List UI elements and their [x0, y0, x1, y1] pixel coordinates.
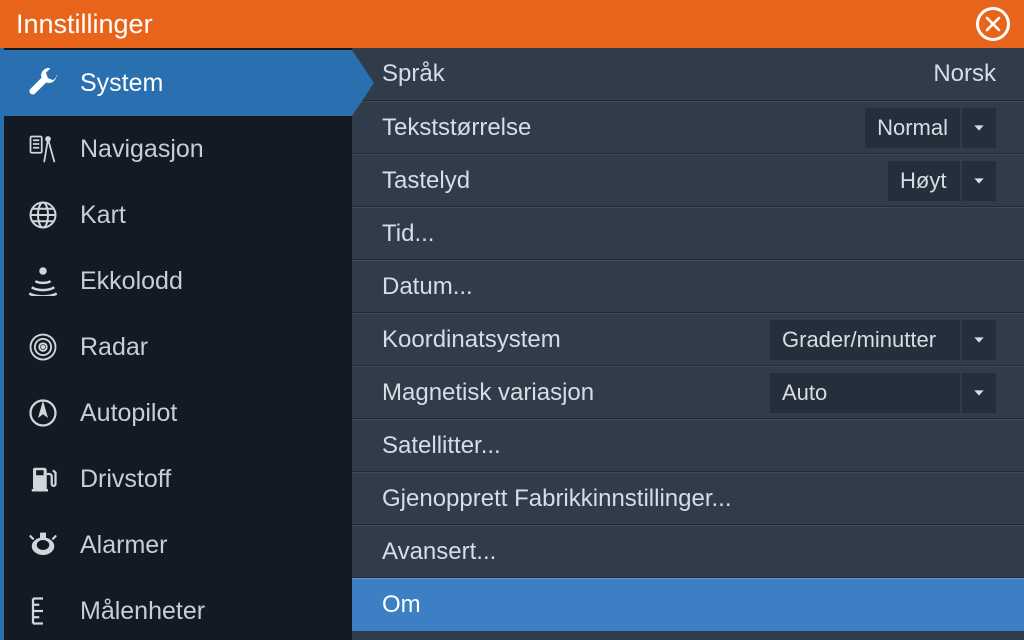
sidebar-item-alarmer[interactable]: Alarmer — [4, 512, 352, 578]
row-value: Norsk — [933, 60, 996, 88]
sidebar-item-label: Radar — [80, 333, 148, 362]
sidebar-item-radar[interactable]: Radar — [4, 314, 352, 380]
compass-tools-icon — [22, 128, 64, 170]
row-label: Tastelyd — [382, 167, 470, 195]
sonar-icon — [22, 260, 64, 302]
sidebar-item-label: Navigasjon — [80, 135, 204, 164]
sidebar-item-system[interactable]: System — [4, 50, 352, 116]
row-label: Gjenopprett Fabrikkinnstillinger... — [382, 485, 732, 513]
close-icon — [984, 15, 1002, 33]
row-label: Satellitter... — [382, 432, 501, 460]
row-label: Tekststørrelse — [382, 114, 531, 142]
row-satellitter[interactable]: Satellitter... — [352, 419, 1024, 472]
titlebar: Innstillinger — [0, 0, 1024, 48]
chevron-down-icon — [962, 161, 996, 201]
sidebar-item-label: Ekkolodd — [80, 267, 183, 296]
row-tid[interactable]: Tid... — [352, 207, 1024, 260]
row-sprak[interactable]: Språk Norsk — [352, 48, 1024, 101]
sidebar-item-label: Alarmer — [80, 531, 168, 560]
row-label: Om — [382, 591, 421, 619]
main: System Navigasjon — [0, 48, 1024, 640]
chevron-down-icon — [962, 320, 996, 360]
close-button[interactable] — [976, 7, 1010, 41]
tastelyd-dropdown[interactable]: Høyt — [888, 161, 996, 201]
sidebar-item-ekkolodd[interactable]: Ekkolodd — [4, 248, 352, 314]
sidebar-item-label: System — [80, 69, 163, 98]
dropdown-value: Normal — [865, 108, 960, 148]
row-koordinatsystem[interactable]: Koordinatsystem Grader/minutter — [352, 313, 1024, 366]
sidebar-item-drivstoff[interactable]: Drivstoff — [4, 446, 352, 512]
row-magnetisk-variasjon[interactable]: Magnetisk variasjon Auto — [352, 366, 1024, 419]
dropdown-value: Høyt — [888, 161, 960, 201]
dropdown-value: Auto — [770, 373, 960, 413]
titlebar-title: Innstillinger — [16, 9, 153, 40]
sidebar-item-autopilot[interactable]: Autopilot — [4, 380, 352, 446]
row-datum[interactable]: Datum... — [352, 260, 1024, 313]
autopilot-icon — [22, 392, 64, 434]
sidebar-item-label: Autopilot — [80, 399, 177, 428]
dropdown-value: Grader/minutter — [770, 320, 960, 360]
row-tastelyd[interactable]: Tastelyd Høyt — [352, 154, 1024, 207]
chevron-down-icon — [962, 108, 996, 148]
row-label: Språk — [382, 60, 445, 88]
row-label: Koordinatsystem — [382, 326, 561, 354]
row-label: Avansert... — [382, 538, 496, 566]
radar-icon — [22, 326, 64, 368]
chevron-down-icon — [962, 373, 996, 413]
sidebar-item-kart[interactable]: Kart — [4, 182, 352, 248]
row-label: Magnetisk variasjon — [382, 379, 594, 407]
globe-icon — [22, 194, 64, 236]
sidebar-item-navigasjon[interactable]: Navigasjon — [4, 116, 352, 182]
fuel-icon — [22, 458, 64, 500]
wrench-icon — [22, 62, 64, 104]
row-label: Datum... — [382, 273, 473, 301]
magnetisk-variasjon-dropdown[interactable]: Auto — [770, 373, 996, 413]
ruler-icon — [22, 590, 64, 632]
row-tekststorrelse[interactable]: Tekststørrelse Normal — [352, 101, 1024, 154]
row-avansert[interactable]: Avansert... — [352, 525, 1024, 578]
sidebar-item-label: Målenheter — [80, 597, 205, 626]
sidebar: System Navigasjon — [0, 48, 352, 640]
row-label: Tid... — [382, 220, 434, 248]
alarm-icon — [22, 524, 64, 566]
koordinatsystem-dropdown[interactable]: Grader/minutter — [770, 320, 996, 360]
sidebar-item-label: Kart — [80, 201, 126, 230]
sidebar-item-malenheter[interactable]: Målenheter — [4, 578, 352, 640]
sidebar-item-label: Drivstoff — [80, 465, 171, 494]
row-om[interactable]: Om — [352, 578, 1024, 631]
row-gjenopprett[interactable]: Gjenopprett Fabrikkinnstillinger... — [352, 472, 1024, 525]
tekststorrelse-dropdown[interactable]: Normal — [865, 108, 996, 148]
content-panel: Språk Norsk Tekststørrelse Normal Tastel… — [352, 48, 1024, 640]
